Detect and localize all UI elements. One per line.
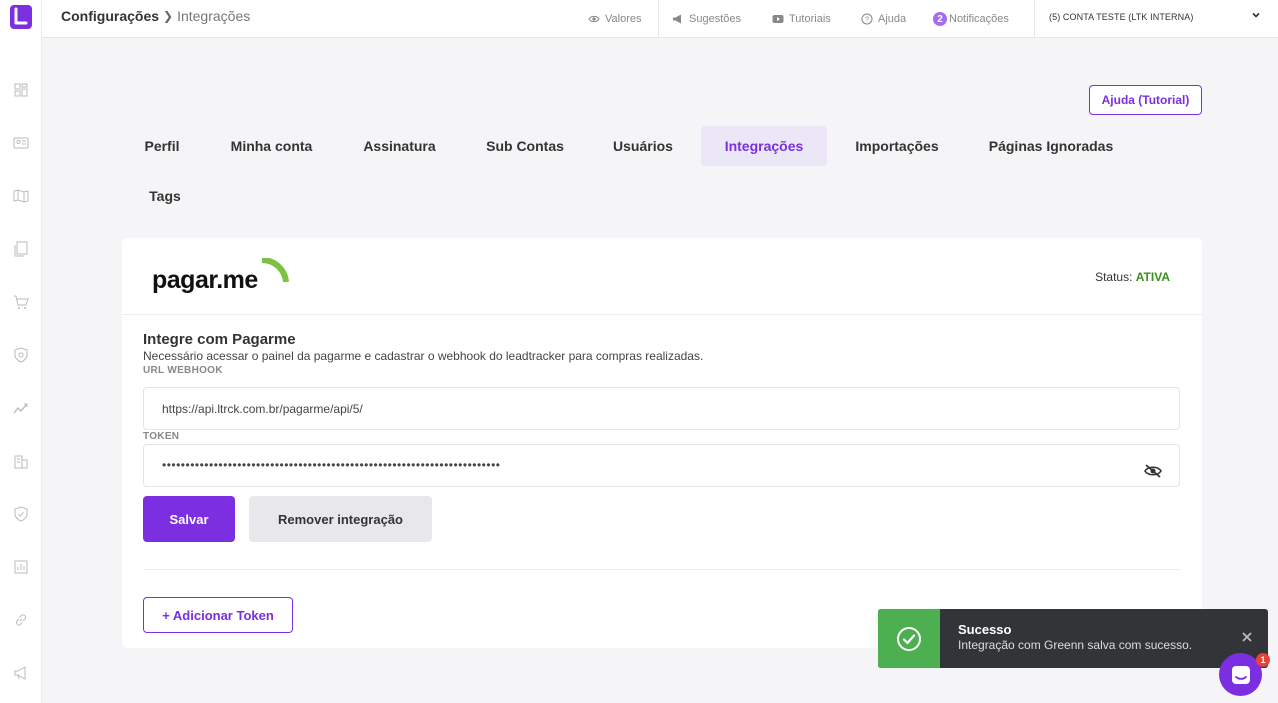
chat-badge: 1	[1256, 653, 1270, 667]
tab-paginas-ignoradas[interactable]: Páginas Ignoradas	[974, 126, 1128, 166]
webhook-label: URL WEBHOOK	[143, 365, 223, 376]
report-icon[interactable]	[12, 558, 30, 576]
nav-valores[interactable]: Valores	[588, 0, 641, 38]
nav-ajuda-label: Ajuda	[878, 13, 907, 25]
help-tutorial-button[interactable]: Ajuda (Tutorial)	[1089, 85, 1202, 115]
nav-tutoriais-label: Tutoriais	[789, 13, 831, 25]
integration-card: pagar.me Status: ATIVA Integre com Pagar…	[122, 238, 1202, 648]
divider	[143, 569, 1180, 570]
breadcrumb: Configurações ❯ Integrações	[61, 8, 250, 24]
toast-status-strip	[878, 609, 940, 668]
tab-assinatura[interactable]: Assinatura	[347, 126, 452, 166]
tab-minha-conta[interactable]: Minha conta	[215, 126, 328, 166]
eye-off-icon[interactable]	[1143, 463, 1163, 479]
close-icon[interactable]	[1241, 631, 1253, 643]
tab-tags[interactable]: Tags	[135, 176, 195, 216]
contact-card-icon[interactable]	[12, 134, 30, 152]
nav-valores-label: Valores	[605, 13, 642, 25]
webhook-url-field[interactable]: https://api.ltrck.com.br/pagarme/api/5/	[143, 387, 1180, 430]
megaphone-icon	[673, 14, 681, 24]
shield-icon[interactable]	[12, 346, 30, 364]
divider	[658, 0, 659, 38]
tab-sub-contas[interactable]: Sub Contas	[470, 126, 580, 166]
cart-icon[interactable]	[12, 293, 30, 311]
brand-arc-icon	[261, 258, 289, 283]
nav-ajuda[interactable]: ? Ajuda	[861, 0, 906, 38]
account-selector[interactable]: (5) CONTA TESTE (LTK INTERNA)	[1049, 0, 1193, 34]
tab-integracoes[interactable]: Integrações	[701, 126, 827, 166]
notification-count-badge: 2	[933, 12, 947, 26]
sidebar	[0, 0, 42, 703]
nav-tutoriais[interactable]: Tutoriais	[772, 0, 831, 38]
trend-icon[interactable]	[12, 399, 30, 417]
tab-usuarios[interactable]: Usuários	[598, 126, 688, 166]
svg-text:?: ?	[865, 17, 869, 24]
megaphone-icon[interactable]	[12, 664, 30, 682]
nav-sugestoes[interactable]: Sugestões	[672, 0, 741, 38]
section-description: Necessário acessar o painel da pagarme e…	[143, 349, 704, 363]
nav-sugestoes-label: Sugestões	[689, 13, 741, 25]
status-label: Status:	[1095, 270, 1133, 284]
breadcrumb-current: Integrações	[177, 8, 251, 24]
pagarme-logo: pagar.me	[152, 258, 292, 298]
toast-title: Sucesso	[958, 622, 1012, 637]
chevron-down-icon[interactable]	[1251, 10, 1261, 20]
token-label: TOKEN	[143, 431, 180, 442]
map-icon[interactable]	[12, 187, 30, 205]
save-button[interactable]: Salvar	[143, 496, 235, 542]
tab-perfil[interactable]: Perfil	[130, 126, 194, 166]
help-icon: ?	[861, 13, 873, 25]
toast-message: Integração com Greenn salva com sucesso.	[958, 638, 1193, 652]
pages-icon[interactable]	[12, 240, 30, 258]
remove-integration-button[interactable]: Remover integração	[249, 496, 432, 542]
integration-status: Status: ATIVA	[1095, 270, 1170, 284]
dashboard-icon[interactable]	[12, 81, 30, 99]
brand-name: pagar.me	[152, 266, 258, 294]
success-toast: Sucesso Integração com Greenn salva com …	[878, 609, 1268, 668]
add-token-button[interactable]: + Adicionar Token	[143, 597, 293, 633]
token-field[interactable]: ••••••••••••••••••••••••••••••••••••••••…	[143, 444, 1180, 487]
chevron-right-icon: ❯	[163, 9, 174, 23]
eye-icon	[588, 15, 600, 23]
link-icon[interactable]	[12, 611, 30, 629]
top-bar: Configurações ❯ Integrações Valores Suge…	[42, 0, 1278, 38]
status-badge: ATIVA	[1135, 270, 1170, 284]
security-icon[interactable]	[12, 505, 30, 523]
check-circle-icon	[897, 626, 921, 651]
divider	[1034, 0, 1035, 38]
nav-notificacoes-label: Notificações	[949, 13, 1009, 25]
app-logo[interactable]	[9, 4, 33, 30]
youtube-icon	[772, 15, 784, 23]
card-header: pagar.me Status: ATIVA	[122, 238, 1202, 315]
building-icon[interactable]	[12, 452, 30, 470]
nav-notificacoes[interactable]: 2 Notificações	[933, 0, 1009, 38]
breadcrumb-section[interactable]: Configurações	[61, 8, 159, 24]
section-title: Integre com Pagarme	[143, 331, 296, 348]
tab-importacoes[interactable]: Importações	[840, 126, 954, 166]
chat-icon	[1231, 665, 1250, 684]
